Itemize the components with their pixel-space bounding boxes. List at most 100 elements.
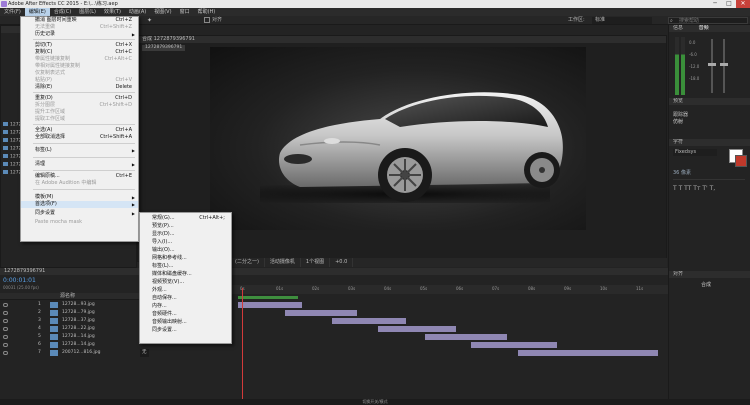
tab-audio[interactable]: 音频 — [699, 25, 709, 31]
pref-previews[interactable]: 预览(P)... — [140, 223, 231, 230]
pref-media-cache[interactable]: 媒体和磁盘缓存... — [140, 271, 231, 278]
pref-audio-output-mapping[interactable]: 音频输出映射... — [140, 319, 231, 326]
menu-item-templates[interactable]: 模板(M) ▶ — [21, 194, 138, 201]
timeline-tab[interactable]: 1272879396791 — [0, 268, 668, 275]
menu-composition[interactable]: 合成(C) — [50, 8, 75, 16]
minimize-button[interactable]: ─ — [708, 0, 722, 8]
camera-select[interactable]: 活动摄像机 — [265, 258, 301, 267]
tracker-mode[interactable]: 仿射 — [673, 118, 683, 125]
align-to-select[interactable]: 合成 — [701, 281, 711, 288]
pref-output[interactable]: 输出(O)... — [140, 247, 231, 254]
text-formatting-icons[interactable]: T T TT Tт T' T, — [673, 185, 715, 192]
menu-layer[interactable]: 图层(L) — [75, 8, 100, 16]
menu-item-sync-settings[interactable]: 同步设置 ▶ — [21, 210, 138, 217]
search-help-field[interactable]: ⌕ 搜索帮助 — [668, 17, 748, 24]
menu-window[interactable]: 窗口 — [176, 8, 194, 16]
menu-item-copy[interactable]: 复制(C) Ctrl+C — [21, 49, 138, 56]
menu-animation[interactable]: 动画(A) — [125, 8, 150, 16]
visibility-toggle[interactable] — [3, 311, 8, 315]
menu-item-history[interactable]: 历史记录 ▶ — [21, 31, 138, 38]
timecode[interactable]: 0:00:01:01 — [3, 277, 36, 284]
layer-duration-bar[interactable] — [471, 342, 557, 348]
visibility-toggle[interactable] — [3, 335, 8, 339]
character-tab[interactable]: 字符 — [669, 139, 750, 146]
menu-edit[interactable]: 编辑(E) — [24, 8, 50, 16]
comp-breadcrumb[interactable]: 1272879396791 — [142, 45, 186, 51]
layer-duration-bar[interactable] — [518, 350, 658, 356]
pref-import[interactable]: 导入(I)... — [140, 239, 231, 246]
pref-audio-hardware[interactable]: 音频硬件... — [140, 311, 231, 318]
visibility-toggle[interactable] — [3, 303, 8, 307]
layer-duration-bar[interactable] — [238, 302, 302, 308]
visibility-toggle[interactable] — [3, 343, 8, 347]
menu-item-preferences[interactable]: 首选项(F) ▶ — [21, 201, 138, 208]
comp-tab[interactable]: 合成 1272879396791 — [138, 36, 666, 43]
volume-knob-left[interactable] — [708, 63, 716, 66]
resolution-select[interactable]: (二分之一) — [230, 258, 265, 267]
visibility-toggle[interactable] — [3, 351, 8, 355]
workspace-select[interactable]: 标准 — [592, 17, 652, 24]
pref-appearance[interactable]: 外观... — [140, 287, 231, 294]
menu-item-purge[interactable]: 清理 ▶ — [21, 161, 138, 168]
menu-help[interactable]: 帮助(H) — [194, 8, 220, 16]
menu-item-label[interactable]: 标签(L) ▶ — [21, 147, 138, 154]
pref-video-preview[interactable]: 视频预览(V)... — [140, 279, 231, 286]
stroke-color-swatch[interactable] — [735, 155, 747, 167]
menu-item-clear[interactable]: 清除(E) Delete — [21, 84, 138, 91]
volume-knob-right[interactable] — [720, 63, 728, 66]
layer-duration-bar[interactable] — [332, 318, 406, 324]
font-size-value[interactable]: 36 像素 — [673, 169, 691, 176]
pref-labels[interactable]: 标签(L)... — [140, 263, 231, 270]
toggle-switches-modes[interactable]: 切换开关/模式 — [362, 399, 387, 404]
menu-separator — [33, 92, 135, 93]
menu-item-split-layer: 拆分图层 Ctrl+Shift+D — [35, 102, 132, 108]
submenu-arrow-icon: ▶ — [131, 162, 135, 167]
status-bar: 切换开关/模式 — [0, 399, 750, 405]
volume-slider-left[interactable] — [711, 39, 713, 93]
pref-memory[interactable]: 内存... — [140, 303, 231, 310]
maximize-button[interactable]: □ — [722, 0, 736, 8]
menu-item-edit-original[interactable]: 编辑原稿... Ctrl+E — [21, 173, 138, 180]
menu-item-duplicate[interactable]: 重复(D) Ctrl+D — [21, 95, 138, 102]
layer-row[interactable]: 7 200712...816.jpg 无 — [0, 349, 232, 357]
submenu-arrow-icon: ▶ — [131, 195, 135, 200]
snap-checkbox[interactable] — [204, 17, 210, 23]
menu-item-select-all[interactable]: 全选(A) Ctrl+A — [21, 127, 138, 134]
exposure-value[interactable]: +0.0 — [330, 258, 354, 267]
time-ruler[interactable]: 0s 01s 02s 03s 04s 05s 06s 07s 08s 09s 1… — [232, 285, 668, 294]
visibility-toggle[interactable] — [3, 327, 8, 331]
views-select[interactable]: 1个视图 — [301, 258, 331, 267]
playhead[interactable] — [242, 288, 243, 399]
menu-separator — [33, 124, 135, 125]
pref-grids-guides[interactable]: 网格和参考线... — [140, 255, 231, 262]
close-button[interactable]: ✕ — [736, 0, 750, 8]
menu-item-deselect-all[interactable]: 全部取消选择 Ctrl+Shift+A — [21, 134, 138, 141]
menu-item-cut[interactable]: 剪切(T) Ctrl+X — [21, 42, 138, 49]
fps-readout: 00031 (25.00 fps) — [3, 285, 39, 290]
pref-auto-save[interactable]: 自动保存... — [140, 295, 231, 302]
preview-tab[interactable]: 预览 — [669, 98, 750, 105]
menu-effect[interactable]: 效果(T) — [100, 8, 125, 16]
tracker-tab[interactable]: 跟踪器 — [673, 111, 688, 118]
window-title: Adobe After Effects CC 2015 - E:\...\练习.… — [8, 1, 118, 7]
footage-icon — [3, 122, 8, 126]
pref-general[interactable]: 常规(G)... Ctrl+Alt+; — [140, 215, 231, 222]
menu-item-undo[interactable]: 撤消 图层时间重映 Ctrl+Z — [21, 17, 138, 24]
layer-duration-bar[interactable] — [425, 334, 507, 340]
layer-duration-bar[interactable] — [285, 310, 357, 316]
align-tab[interactable]: 对齐 — [669, 271, 750, 278]
layer-duration-bar[interactable] — [378, 326, 456, 332]
visibility-toggle[interactable] — [3, 319, 8, 323]
pref-display[interactable]: 显示(D)... — [140, 231, 231, 238]
edit-menu: 撤消 图层时间重映 Ctrl+Z 无法重做 Ctrl+Shift+Z 历史记录 ▶ 剪… — [20, 16, 139, 242]
tab-info[interactable]: 信息 — [673, 25, 683, 31]
pin-icon[interactable]: ✦ — [146, 17, 153, 24]
font-family-select[interactable]: Fixedsys — [673, 149, 717, 156]
menu-file[interactable]: 文件(F) — [0, 8, 25, 16]
pref-sync-settings[interactable]: 同步设置... — [140, 327, 231, 334]
mode-select[interactable]: 无 — [140, 349, 149, 357]
work-area-bar[interactable] — [238, 296, 298, 299]
volume-slider-right[interactable] — [723, 39, 725, 93]
divider — [673, 179, 745, 180]
menu-view[interactable]: 视图(V) — [150, 8, 175, 16]
